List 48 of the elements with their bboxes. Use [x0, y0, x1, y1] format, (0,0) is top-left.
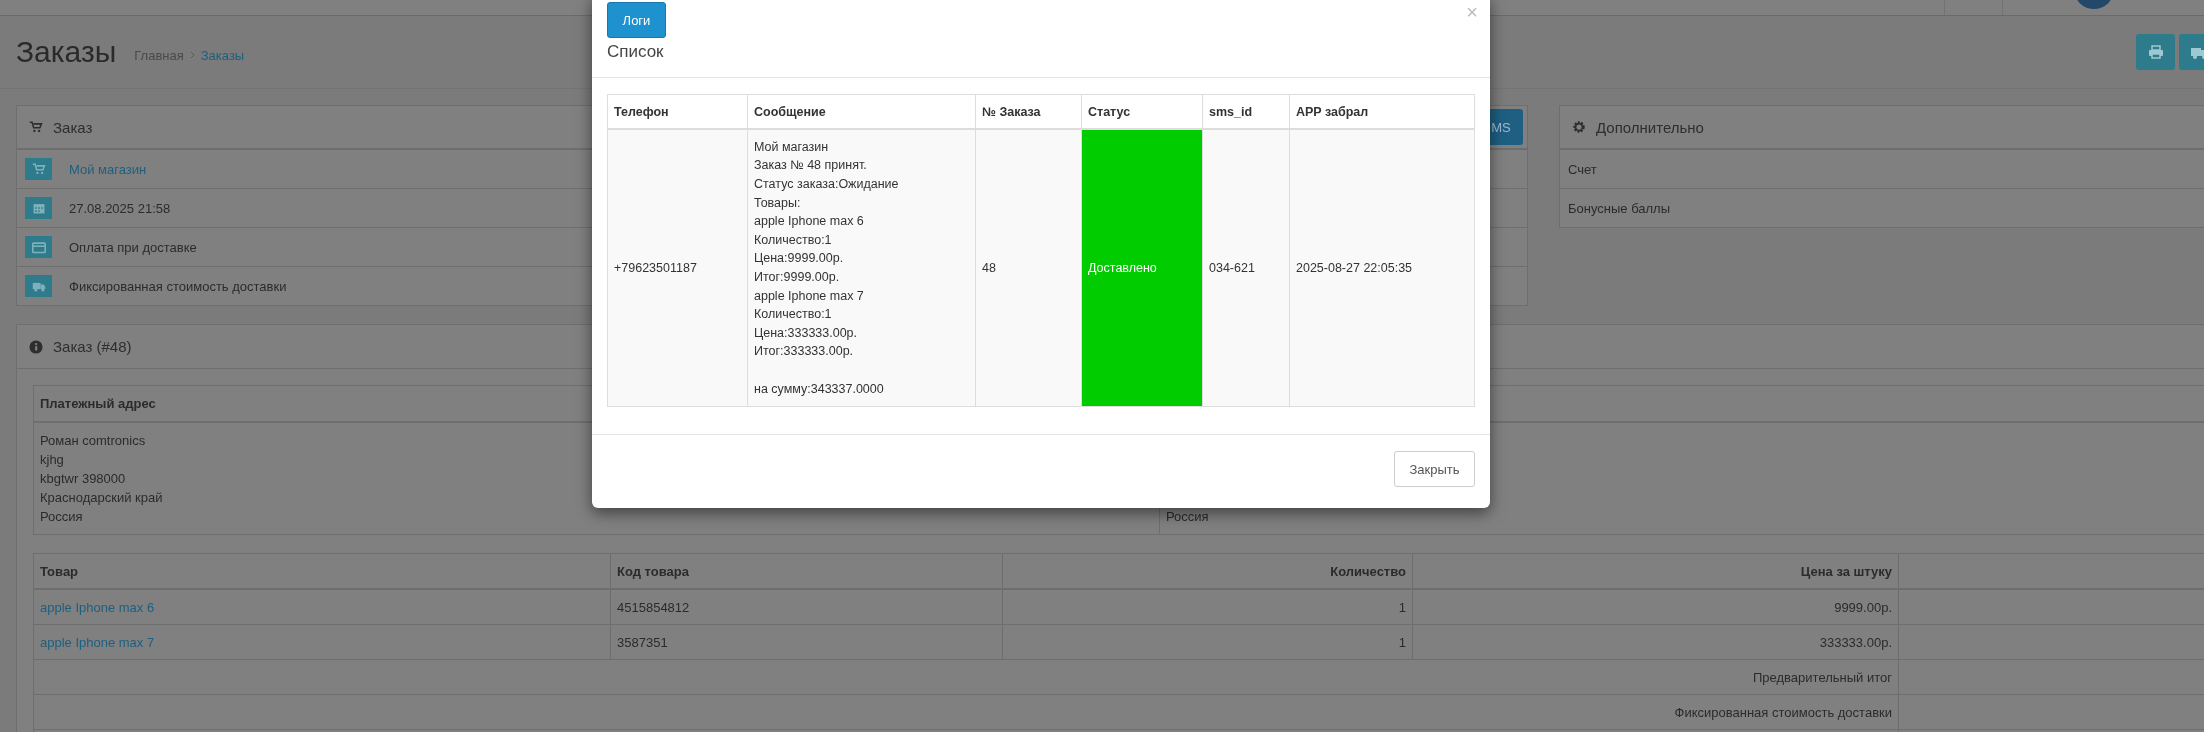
total-label: Фиксированная стоимость доставки [1674, 704, 1892, 720]
total-label: Предварительный итог [1753, 669, 1892, 685]
extra-item: Бонусные баллы [1568, 200, 1671, 216]
page-title: Заказы [16, 35, 117, 69]
address-line: Россия [1166, 508, 1210, 526]
address-line: kjhg [40, 451, 65, 469]
panel-title: Заказ (#48) [53, 338, 132, 355]
table-cell: 2025-08-27 22:05:35 [1296, 261, 1413, 275]
table-cell: 3587351 [617, 634, 668, 650]
dialog-title: Список [607, 42, 664, 62]
table-cell: 4515854812 [617, 599, 690, 615]
address-line: Россия [40, 508, 84, 526]
address-line: Краснодарский край [40, 489, 164, 507]
table-cell: 1 [1398, 634, 1406, 650]
table-cell: 034-621 [1209, 261, 1255, 275]
address-line: Роман comtronics [40, 432, 147, 450]
column-header: Количество [1330, 563, 1406, 579]
status-cell: Доставлено [1081, 129, 1203, 407]
order-info-text: Оплата при доставке [69, 239, 197, 255]
table-cell: 48 [982, 261, 996, 275]
extra-item: Счет [1568, 161, 1597, 177]
message-text: Мой магазин Заказ № 48 принят. Статус заказа:Ожидание Товары: apple Iphone max 6 Количество:1 Цена:9999.00р. Итог:9999.00р. apple Iphone max 7 Количество:1 Цена:333333.00р. Итог:333333.00р. на сумму:343337.0000 [754, 138, 900, 398]
column-header: Статус [1088, 104, 1131, 119]
panel-title: Дополнительно [1596, 118, 1704, 136]
order-info-text: 27.08.2025 21:58 [69, 200, 171, 216]
breadcrumb-link[interactable]: Заказы [200, 47, 245, 63]
store-link[interactable]: Мой магазин [69, 161, 147, 177]
column-header: Платежный адрес [40, 396, 156, 411]
column-header: Код товара [617, 563, 689, 579]
table-cell: 1 [1398, 599, 1406, 615]
close-dialog-button[interactable]: Закрыть [1394, 451, 1475, 487]
table-cell: +79623501187 [614, 261, 697, 275]
product-link[interactable]: apple Iphone max 7 [40, 634, 155, 650]
column-header: Товар [40, 563, 79, 579]
order-info-text: Фиксированная стоимость доставки [69, 278, 287, 294]
column-header: Телефон [614, 104, 669, 119]
column-header: Сообщение [754, 104, 826, 119]
column-header: APP забрал [1296, 104, 1369, 119]
column-header: № Заказа [982, 104, 1041, 119]
table-cell: 333333.00р. [1819, 634, 1892, 650]
table-cell: 9999.00р. [1834, 599, 1892, 615]
panel-title: Заказ [53, 118, 93, 136]
address-line: kbgtwr 398000 [40, 470, 127, 488]
column-header: Цена за штуку [1800, 563, 1892, 579]
column-header: sms_id [1209, 104, 1253, 119]
close-button[interactable]: × [1466, 2, 1478, 22]
product-link[interactable]: apple Iphone max 6 [40, 599, 155, 615]
logs-button[interactable]: Логи [607, 2, 666, 38]
